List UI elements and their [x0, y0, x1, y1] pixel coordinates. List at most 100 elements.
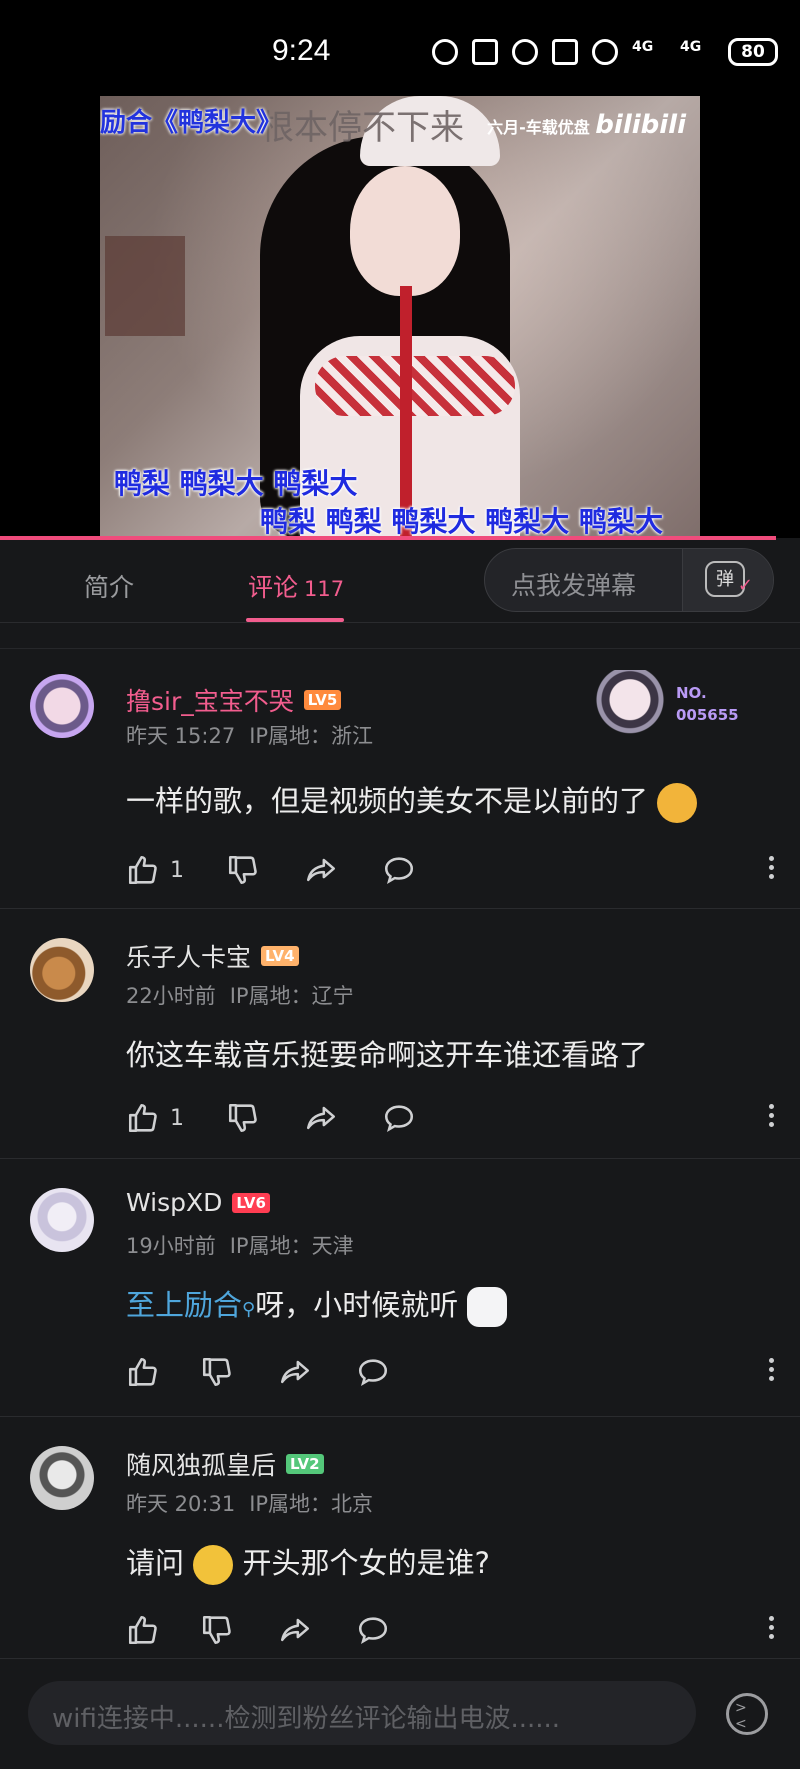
alarm-icon — [512, 39, 538, 65]
dislike-button[interactable] — [226, 850, 260, 890]
comment-item: WispXD LV6 19小时前 IP属地：天津 至上励合⚲呀，小时候就听 — [0, 1158, 800, 1417]
comment-input-bar: wifi连接中......检测到粉丝评论输出电波...... — [0, 1658, 800, 1769]
share-button[interactable] — [304, 1098, 338, 1138]
comment-ip: IP属地：北京 — [249, 1492, 374, 1516]
like-button[interactable] — [126, 1352, 170, 1392]
tab-comments[interactable]: 评论 117 — [248, 568, 344, 604]
comment-input[interactable]: wifi连接中......检测到粉丝评论输出电波...... — [28, 1681, 696, 1745]
fan-badge-image — [592, 670, 668, 736]
thumbs-up-icon — [128, 1615, 157, 1645]
tab-comments-label: 评论 — [248, 573, 299, 602]
fan-badge[interactable]: NO. 005655 — [592, 670, 752, 740]
more-options-icon[interactable] — [766, 852, 776, 888]
more-options-icon[interactable] — [766, 1100, 776, 1136]
danmaku-placeholder: 点我发弹幕 — [511, 571, 637, 600]
comment-actions: 1 — [126, 1098, 776, 1138]
comment-time: 22小时前 — [126, 984, 216, 1008]
comment-item: 撸sir_宝宝不哭 LV5 昨天 15:27 IP属地：浙江 NO. 005655 … — [0, 650, 800, 909]
comment-actions — [126, 1610, 776, 1650]
reply-button[interactable] — [356, 1610, 390, 1650]
video-overlay-title: 励合《鸭梨大》 — [100, 108, 283, 138]
video-frame[interactable]: 根本停不下来 励合《鸭梨大》 六月-车载优盘 bilibili 鸭梨 鸭梨大 鸭… — [100, 96, 700, 538]
nfc-icon — [472, 39, 498, 65]
comment-username[interactable]: 乐子人卡宝 — [126, 938, 251, 974]
comment-username[interactable]: WispXD — [126, 1188, 222, 1217]
comment-meta: 昨天 20:31 IP属地：北京 — [126, 1488, 387, 1518]
comment-text: 一样的歌，但是视频的美女不是以前的了 — [126, 778, 698, 823]
level-badge: LV2 — [286, 1454, 324, 1474]
comment-text: 请问 开头那个女的是谁? — [126, 1540, 490, 1585]
comment-actions: 1 — [126, 850, 776, 890]
search-icon: ⚲ — [242, 1299, 256, 1320]
dislike-button[interactable] — [200, 1352, 234, 1392]
thumbs-up-icon — [128, 1103, 157, 1133]
level-badge: LV4 — [261, 946, 299, 966]
comment-bubble-icon — [358, 1359, 388, 1387]
avatar[interactable] — [30, 1446, 94, 1510]
signal-icon-1: 4G — [632, 39, 654, 55]
eye-icon — [432, 39, 458, 65]
battery-indicator: 80 — [728, 38, 778, 66]
emoji-picker-icon[interactable] — [726, 1693, 768, 1735]
mention-link[interactable]: 至上励合 — [126, 1288, 242, 1322]
video-brand: 六月-车载优盘 bilibili — [487, 110, 686, 140]
danmaku-icon: 弹 — [705, 561, 753, 603]
more-options-icon[interactable] — [766, 1354, 776, 1390]
comment-username[interactable]: 随风独孤皇后 — [126, 1446, 276, 1482]
avatar[interactable] — [30, 1188, 94, 1252]
tears-emoji-icon — [193, 1545, 234, 1585]
avatar[interactable] — [30, 674, 94, 738]
reply-button[interactable] — [382, 1098, 416, 1138]
comment-text: 你这车载音乐挺要命啊这开车谁还看路了 — [126, 1038, 649, 1072]
like-button[interactable] — [126, 1610, 170, 1650]
lyric-line-1: 鸭梨 鸭梨大 鸭梨大 — [114, 467, 358, 500]
status-bar: 9:24 4G 4G 80 — [0, 0, 800, 96]
tv-face-emoji-icon — [467, 1287, 508, 1327]
doge-emoji-icon — [657, 783, 698, 823]
dislike-button[interactable] — [200, 1610, 234, 1650]
active-tab-indicator — [246, 618, 344, 622]
danmaku-toggle-button[interactable]: 弹 — [682, 549, 773, 611]
share-icon — [280, 1360, 310, 1384]
comment-actions — [126, 1352, 776, 1392]
thumbs-down-icon — [228, 1103, 257, 1133]
avatar[interactable] — [30, 938, 94, 1002]
comment-time: 昨天 20:31 — [126, 1492, 236, 1516]
brand-prefix: 六月-车载优盘 — [487, 118, 590, 137]
level-badge: LV5 — [303, 690, 342, 710]
comment-input-placeholder: wifi连接中......检测到粉丝评论输出电波...... — [52, 1704, 561, 1734]
like-button[interactable]: 1 — [126, 1098, 184, 1138]
comments-count: 117 — [304, 577, 345, 601]
comment-text: 至上励合⚲呀，小时候就听 — [126, 1282, 508, 1327]
moon-icon — [592, 39, 618, 65]
comment-meta: 19小时前 IP属地：天津 — [126, 1230, 368, 1260]
video-overlay-subtitle: 根本停不下来 — [260, 108, 464, 148]
danmaku-input[interactable]: 点我发弹幕 弹 — [484, 548, 774, 612]
comment-bubble-icon — [358, 1617, 388, 1645]
status-icons: 4G 4G 80 — [432, 38, 778, 66]
tab-intro[interactable]: 简介 — [84, 568, 134, 604]
reply-button[interactable] — [382, 850, 416, 890]
video-player[interactable]: 根本停不下来 励合《鸭梨大》 六月-车载优盘 bilibili 鸭梨 鸭梨大 鸭… — [0, 96, 800, 538]
more-options-icon[interactable] — [766, 1612, 776, 1648]
comment-meta: 昨天 15:27 IP属地：浙江 — [126, 720, 387, 750]
dislike-button[interactable] — [226, 1098, 260, 1138]
like-button[interactable]: 1 — [126, 850, 184, 890]
status-time: 9:24 — [272, 34, 331, 67]
comment-ip: IP属地：天津 — [229, 1234, 354, 1258]
share-icon — [306, 1106, 336, 1130]
share-button[interactable] — [304, 850, 338, 890]
comment-bubble-icon — [384, 1105, 414, 1133]
bilibili-logo: bilibili — [595, 110, 686, 140]
share-button[interactable] — [278, 1610, 312, 1650]
thumbs-down-icon — [228, 855, 257, 885]
reply-button[interactable] — [356, 1352, 390, 1392]
comment-time: 19小时前 — [126, 1234, 216, 1258]
tab-bar: 简介 评论 117 点我发弹幕 弹 — [0, 540, 800, 623]
like-count: 1 — [170, 857, 184, 883]
comment-item: 乐子人卡宝 LV4 22小时前 IP属地：辽宁 你这车载音乐挺要命啊这开车谁还看路… — [0, 908, 800, 1159]
share-button[interactable] — [278, 1352, 312, 1392]
level-badge: LV6 — [232, 1192, 270, 1213]
comment-username[interactable]: 撸sir_宝宝不哭 — [126, 682, 294, 718]
comment-ip: IP属地：浙江 — [249, 724, 374, 748]
